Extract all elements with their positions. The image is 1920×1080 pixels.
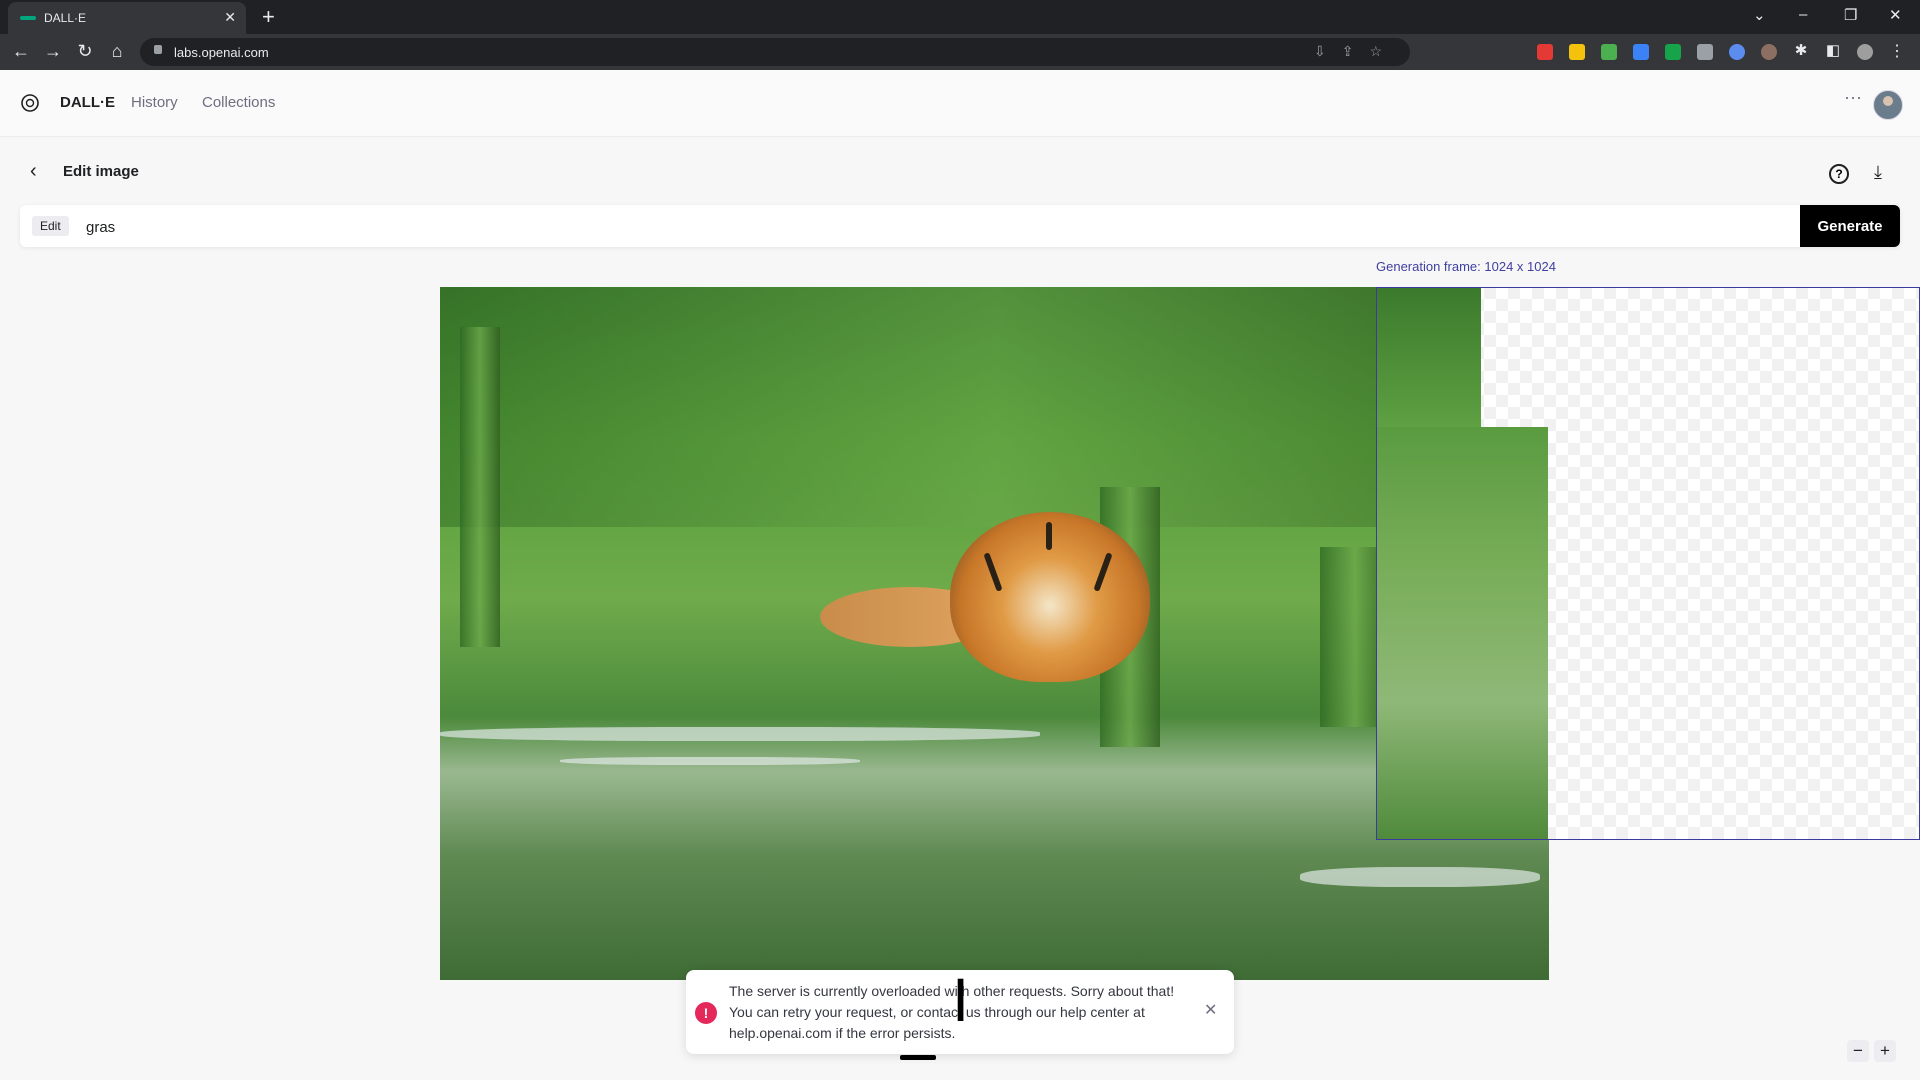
tiger-stripe (983, 552, 1003, 592)
address-bar[interactable]: labs.openai.com ⇩⇪☆ (140, 38, 1410, 66)
generation-frame-label: Generation frame: 1024 x 1024 (1376, 259, 1556, 274)
tiger-head (950, 512, 1150, 682)
prompt-input[interactable] (84, 213, 1788, 241)
browser-tab[interactable]: DALL·E ✕ (8, 2, 246, 34)
profile-avatar[interactable] (1857, 44, 1873, 60)
new-tab-icon[interactable]: + (262, 4, 275, 30)
notes-extension-icon[interactable] (1569, 44, 1585, 60)
reload-icon[interactable]: ↻ (74, 41, 96, 62)
extension-icon[interactable] (1729, 44, 1745, 60)
page-title: Edit image (63, 163, 139, 180)
address-url: labs.openai.com (174, 45, 269, 60)
water-reflection (560, 757, 860, 765)
tab-close-icon[interactable]: ✕ (224, 9, 236, 26)
tab-favicon-icon (20, 16, 36, 20)
back-arrow-icon[interactable]: ‹ (30, 160, 37, 183)
tiger-stripe (1046, 522, 1052, 550)
reed (460, 327, 500, 647)
edit-badge: Edit (32, 216, 69, 236)
adblock-extension-icon[interactable] (1537, 44, 1553, 60)
nav-brand[interactable]: DALL·E (60, 94, 115, 111)
app-header: DALL·E History Collections ··· (0, 70, 1920, 137)
home-icon[interactable]: ⌂ (106, 41, 128, 62)
puzzle-icon[interactable]: ✱ (1790, 41, 1812, 59)
pager-indicator (900, 1055, 936, 1060)
tab-search-icon[interactable]: ⌄ (1753, 6, 1766, 24)
generate-button[interactable]: Generate (1800, 205, 1900, 247)
prompt-bar: Edit (20, 205, 1900, 247)
extension-icon[interactable] (1761, 44, 1777, 60)
nav-collections[interactable]: Collections (202, 94, 275, 111)
camera-extension-icon[interactable] (1697, 44, 1713, 60)
generation-frame[interactable] (1376, 287, 1920, 840)
window-close-icon[interactable]: ✕ (1889, 6, 1902, 24)
download-extension-icon[interactable] (1665, 44, 1681, 60)
extension-icon[interactable] (1633, 44, 1649, 60)
water-reflection (1300, 867, 1540, 887)
side-panel-icon[interactable]: ◧ (1822, 41, 1844, 59)
download-icon[interactable]: ⤓ (1874, 162, 1882, 183)
chrome-menu-icon[interactable]: ⋮ (1886, 41, 1908, 61)
nav-history[interactable]: History (131, 94, 178, 111)
browser-toolbar: ← → ↻ ⌂ labs.openai.com ⇩⇪☆ ✱ ◧ ⋮ (0, 34, 1920, 70)
help-icon[interactable]: ? (1829, 164, 1849, 184)
back-icon[interactable]: ← (10, 41, 32, 62)
restore-icon[interactable]: ❐ (1844, 6, 1857, 24)
zoom-out-icon[interactable]: − (1847, 1040, 1869, 1062)
user-avatar[interactable] (1873, 90, 1903, 120)
extension-icon[interactable] (1601, 44, 1617, 60)
tiger-stripe (1093, 552, 1113, 592)
minimize-icon[interactable]: – (1799, 6, 1807, 23)
toast-close-icon[interactable]: ✕ (1204, 1000, 1217, 1020)
zoom-in-icon[interactable]: + (1874, 1040, 1896, 1062)
more-options-icon[interactable]: ··· (1844, 87, 1862, 108)
error-icon: ! (695, 1002, 717, 1024)
openai-logo-icon[interactable] (20, 93, 40, 113)
browser-tabstrip: DALL·E ✕ + ⌄ – ❐ ✕ (0, 0, 1920, 34)
water-reflection (440, 727, 1040, 741)
text-cursor-icon: I (952, 967, 970, 1035)
omnibox-icons[interactable]: ⇩⇪☆ (1314, 43, 1398, 60)
lock-icon (154, 45, 162, 54)
forward-icon[interactable]: → (42, 41, 64, 62)
tab-title: DALL·E (44, 11, 87, 25)
